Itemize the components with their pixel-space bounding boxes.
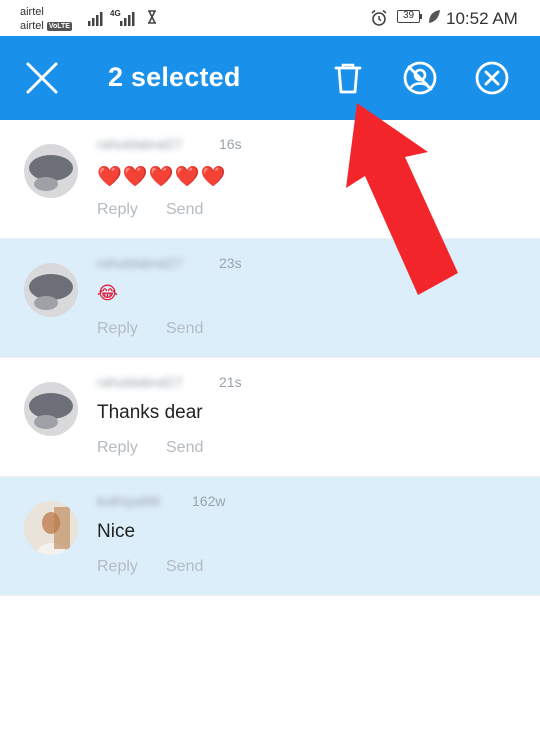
send-button[interactable]: Send: [166, 558, 203, 576]
reply-button[interactable]: Reply: [97, 439, 138, 457]
comment-username[interactable]: rahuldabral27: [97, 374, 183, 390]
alarm-icon: [371, 9, 387, 26]
comment-row-selected[interactable]: kothiyal98 162w Nice Reply Send: [0, 477, 540, 596]
status-bar: airtel airtel VoLTE 4G 39 10:52 AM: [0, 0, 540, 36]
comment-text: Thanks dear: [97, 402, 203, 423]
avatar[interactable]: [24, 263, 78, 317]
send-button[interactable]: Send: [166, 320, 203, 338]
signal-icon: [88, 12, 103, 26]
comment-time: 21s: [219, 374, 242, 390]
signal-icon-2: [120, 12, 135, 26]
restrict-icon[interactable]: [402, 60, 438, 96]
selection-title: 2 selected: [108, 62, 241, 92]
trash-icon[interactable]: [330, 60, 366, 96]
comment-text: ❤️❤️❤️❤️❤️: [97, 166, 227, 188]
leaf-icon: [429, 10, 440, 23]
comment-time: 16s: [219, 136, 242, 152]
comment-text: Nice: [97, 521, 136, 542]
comment-row[interactable]: rahuldabral27 21s Thanks dear Reply Send: [0, 358, 540, 477]
hourglass-icon: [148, 10, 156, 24]
send-button[interactable]: Send: [166, 439, 203, 457]
reply-button[interactable]: Reply: [97, 320, 138, 338]
carrier-1: airtel: [20, 6, 44, 18]
comment-text: 😂: [97, 283, 120, 303]
avatar[interactable]: [24, 382, 78, 436]
close-icon[interactable]: [24, 60, 60, 96]
battery-tip: [420, 14, 422, 19]
reply-button[interactable]: Reply: [97, 558, 138, 576]
comment-time: 162w: [192, 493, 226, 509]
carrier-2-label: airtel: [20, 20, 44, 32]
comment-username[interactable]: rahuldabral27: [97, 255, 183, 271]
comment-row[interactable]: rahuldabral27 16s ❤️❤️❤️❤️❤️ Reply Send: [0, 120, 540, 239]
reply-button[interactable]: Reply: [97, 201, 138, 219]
avatar[interactable]: [24, 144, 78, 198]
comment-row-selected[interactable]: rahuldabral27 23s 😂 Reply Send: [0, 239, 540, 358]
comment-username[interactable]: kothiyal98: [97, 493, 160, 509]
battery-indicator: 39: [397, 10, 420, 23]
block-icon[interactable]: [474, 60, 510, 96]
clock: 10:52 AM: [446, 9, 518, 28]
volte-badge: VoLTE: [46, 22, 72, 31]
send-button[interactable]: Send: [166, 201, 203, 219]
carrier-2: airtel VoLTE: [20, 20, 72, 32]
comment-username[interactable]: rahuldabral27: [97, 136, 183, 152]
selection-action-bar: 2 selected: [0, 36, 540, 120]
comment-time: 23s: [219, 255, 242, 271]
comment-list: rahuldabral27 16s ❤️❤️❤️❤️❤️ Reply Send …: [0, 120, 540, 596]
avatar[interactable]: [24, 501, 78, 555]
